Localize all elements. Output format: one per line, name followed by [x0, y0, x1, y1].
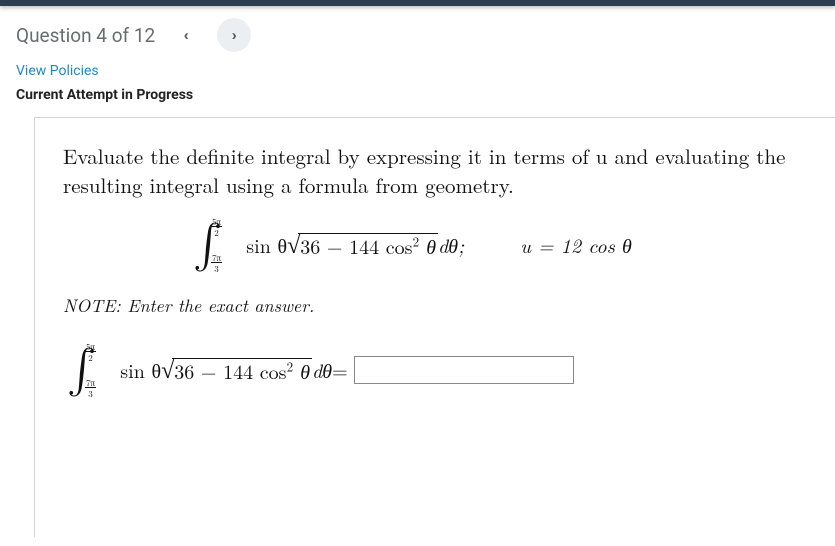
- answer-input[interactable]: [354, 356, 574, 384]
- policies-row: View Policies: [0, 60, 835, 79]
- prev-question-button[interactable]: ‹: [169, 18, 203, 52]
- sqrt-expression: √ 36 − 144 cos2 θ: [287, 233, 438, 257]
- integrand-sin-theta: sin θ: [246, 230, 287, 259]
- integral-expression: ∫ 5π 2 7π 3 sin θ sin θ: [193, 223, 464, 267]
- answer-row: ∫ 5π 2 7π 3 sin θ √: [63, 348, 807, 392]
- integral-row: ∫ 5π 2 7π 3 sin θ sin θ: [63, 223, 807, 267]
- question-prompt: Evaluate the definite integral by expres…: [63, 142, 807, 201]
- question-header: Question 4 of 12 ‹ ›: [0, 6, 835, 60]
- question-panel: Evaluate the definite integral by expres…: [34, 117, 835, 537]
- equals-sign: =: [332, 355, 348, 384]
- view-policies-link[interactable]: View Policies: [16, 63, 99, 79]
- integral-sign: ∫ 5π 2 7π 3: [193, 223, 222, 267]
- next-question-button[interactable]: ›: [217, 18, 251, 52]
- note: NOTE: Enter the exact answer.: [63, 293, 807, 318]
- attempt-status: Current Attempt in Progress: [0, 79, 835, 117]
- integral-sign-answer: ∫ 5π 2 7π 3: [67, 348, 96, 392]
- answer-integral: ∫ 5π 2 7π 3 sin θ √: [67, 348, 348, 392]
- question-number: Question 4 of 12: [16, 24, 155, 47]
- substitution: u = 12 cos θ: [520, 230, 632, 259]
- d-theta: dθ;: [438, 230, 464, 259]
